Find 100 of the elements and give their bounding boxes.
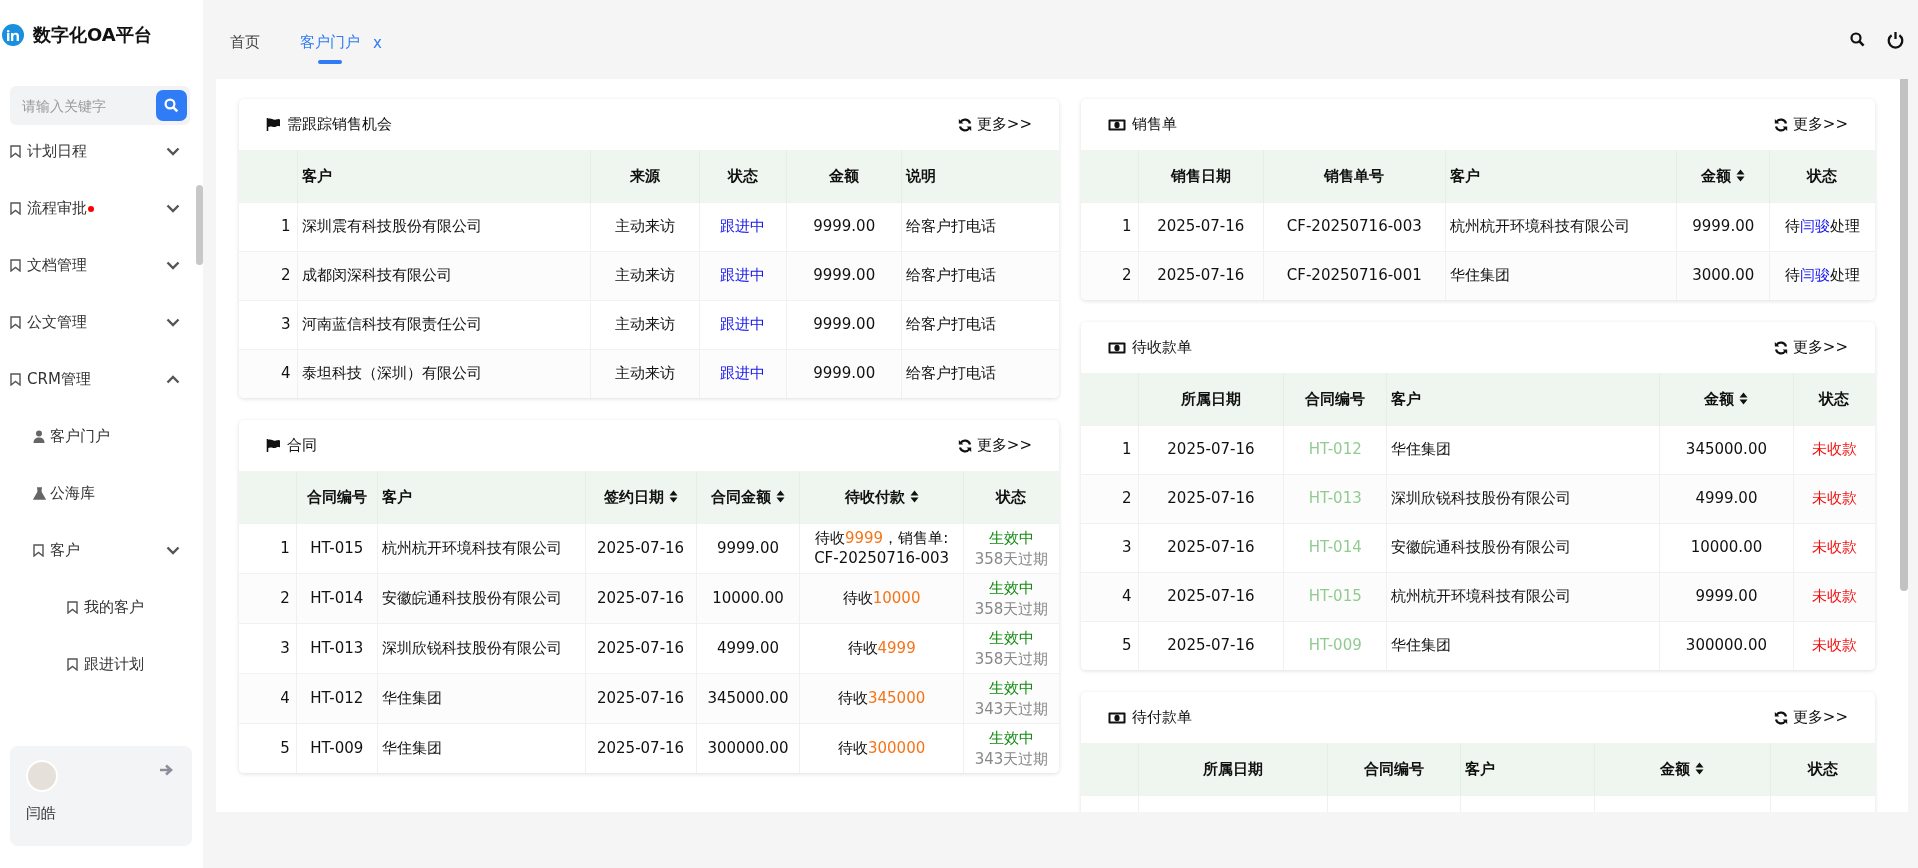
tab[interactable]: 首页: [230, 21, 260, 64]
table-cell: 10000.00: [1690, 538, 1763, 557]
card-title: 合同: [287, 436, 317, 455]
status-text: 跟进中: [720, 364, 766, 383]
table-cell: 9999.00: [1692, 217, 1755, 236]
column-header[interactable]: 金额: [1701, 166, 1746, 185]
table-cell: 杭州杭开环境科技有限公司: [1391, 587, 1572, 606]
table-cell: CF-20250716-001: [1286, 266, 1422, 285]
table-cell: 3: [281, 315, 291, 334]
table-cell: HT-014: [310, 588, 364, 607]
bookmark-icon: [33, 544, 44, 557]
scrollbar[interactable]: [1900, 79, 1908, 591]
column-header: 来源: [629, 166, 660, 185]
bookmark-icon: [10, 316, 21, 329]
menu-item[interactable]: 客户门户: [50, 427, 110, 446]
chevron-icon[interactable]: [166, 147, 180, 156]
table-cell: 给客户打电话: [906, 315, 997, 334]
more-link[interactable]: 更多>>: [1792, 338, 1848, 357]
column-header[interactable]: 金额: [1704, 389, 1749, 408]
table-cell: HT-013: [310, 638, 364, 657]
column-header[interactable]: 金额: [1660, 759, 1705, 778]
column-header: 销售单号: [1324, 166, 1385, 185]
search-icon: [164, 98, 179, 113]
status-text: 生效中: [989, 677, 1034, 699]
menu-item[interactable]: 文档管理: [27, 256, 87, 275]
status-text: 未收款: [1811, 587, 1857, 606]
arrow-right-icon[interactable]: [160, 764, 174, 776]
table-cell: 2025-07-16: [597, 688, 685, 707]
refresh-icon[interactable]: [1773, 710, 1788, 725]
table-cell: 300000.00: [707, 738, 789, 757]
chevron-icon[interactable]: [166, 375, 180, 384]
column-header: 客户: [1391, 389, 1422, 408]
chevron-icon[interactable]: [166, 261, 180, 270]
bookmark-icon: [67, 601, 78, 614]
due-amount-text: 待收4999: [846, 638, 917, 659]
chevron-icon[interactable]: [166, 546, 180, 555]
chevron-icon[interactable]: [166, 318, 180, 327]
sort-icon[interactable]: [1736, 168, 1746, 182]
menu-item[interactable]: 客户: [50, 541, 80, 560]
power-icon[interactable]: [1887, 30, 1904, 49]
table-cell: 深圳震有科技股份有限公司: [301, 217, 482, 236]
menu-item[interactable]: CRM管理: [27, 370, 91, 389]
menu-item[interactable]: 流程审批: [27, 199, 87, 218]
table-cell: 2025-07-16: [597, 738, 685, 757]
table-cell: 2025-07-16: [1157, 217, 1245, 236]
menu-item[interactable]: 公海库: [50, 484, 95, 503]
menu-item[interactable]: 计划日程: [27, 142, 87, 161]
expiry-note: 343天过期: [974, 698, 1049, 720]
bookmark-icon: [10, 259, 21, 272]
column-header: 客户: [301, 166, 332, 185]
refresh-icon[interactable]: [957, 117, 972, 132]
more-link[interactable]: 更多>>: [1792, 115, 1848, 134]
column-header: 金额: [829, 166, 860, 185]
refresh-icon[interactable]: [1773, 117, 1788, 132]
bookmark-icon: [10, 373, 21, 386]
table-cell: 安徽皖通科技股份有限公司: [1391, 538, 1572, 557]
table-cell: 2025-07-16: [1167, 440, 1255, 459]
expiry-note: 358天过期: [974, 548, 1049, 570]
table-cell: 1: [280, 538, 290, 557]
table-cell: 9999.00: [813, 266, 876, 285]
chevron-icon[interactable]: [166, 204, 180, 213]
scrollbar[interactable]: [196, 185, 203, 265]
banknote-icon: [1108, 711, 1126, 724]
close-tab-button[interactable]: x: [373, 33, 382, 52]
sort-icon[interactable]: [775, 489, 785, 503]
table-cell: 345000.00: [707, 688, 789, 707]
refresh-icon[interactable]: [1773, 340, 1788, 355]
column-header[interactable]: 待收付款: [844, 487, 919, 506]
column-header: 状态: [727, 166, 758, 185]
status-text: 跟进中: [720, 217, 766, 236]
user-icon: [33, 430, 45, 443]
table-cell: 1: [1122, 440, 1132, 459]
bookmark-icon: [67, 658, 78, 671]
refresh-icon[interactable]: [957, 438, 972, 453]
menu-item[interactable]: 跟进计划: [84, 655, 144, 674]
status-text: 生效中: [989, 627, 1034, 649]
table-cell: 2025-07-16: [1167, 489, 1255, 508]
more-link[interactable]: 更多>>: [976, 115, 1032, 134]
column-header: 状态: [996, 487, 1027, 506]
table-cell: 1: [1122, 217, 1132, 236]
table-cell: 2: [280, 588, 290, 607]
search-icon[interactable]: [1850, 32, 1865, 47]
more-link[interactable]: 更多>>: [1792, 708, 1848, 727]
menu-item[interactable]: 公文管理: [27, 313, 87, 332]
flag-icon: [266, 439, 281, 452]
sort-icon[interactable]: [909, 489, 919, 503]
table-cell: 给客户打电话: [906, 217, 997, 236]
sort-icon[interactable]: [668, 489, 678, 503]
column-header: 所属日期: [1180, 389, 1241, 408]
table-cell: 河南蓝信科技有限责任公司: [301, 315, 482, 334]
more-link[interactable]: 更多>>: [976, 436, 1032, 455]
card-title: 销售单: [1132, 115, 1177, 134]
status-text: 未收款: [1811, 538, 1857, 557]
sort-icon[interactable]: [1739, 391, 1749, 405]
due-amount-text: 待收300000: [836, 738, 927, 759]
sort-icon[interactable]: [1695, 761, 1705, 775]
search-button[interactable]: [156, 90, 187, 121]
column-header: 状态: [1819, 389, 1850, 408]
tab[interactable]: 客户门户: [300, 21, 360, 64]
menu-item[interactable]: 我的客户: [84, 598, 144, 617]
